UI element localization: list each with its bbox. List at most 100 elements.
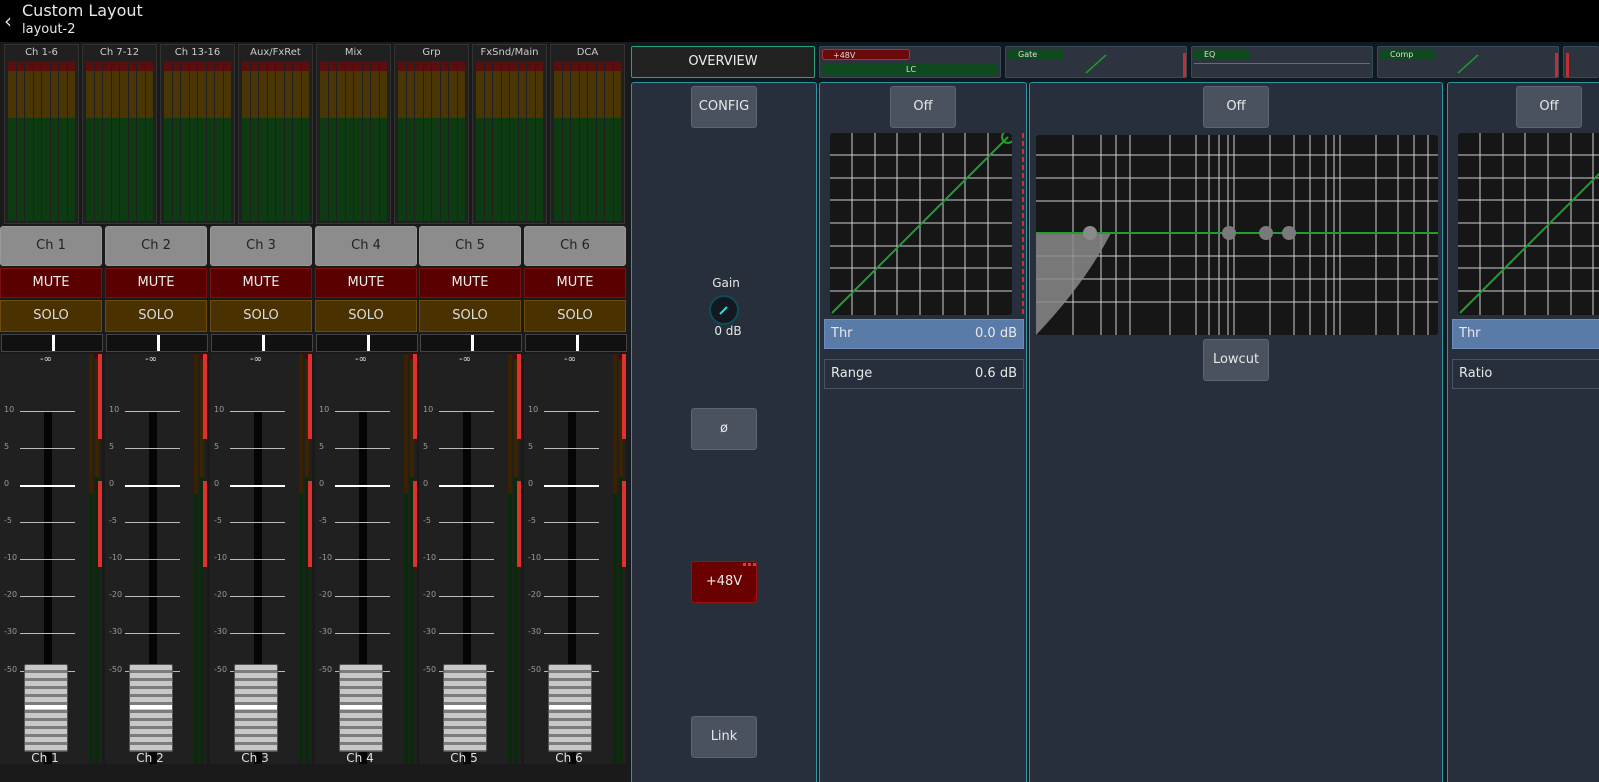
comp-toggle-button[interactable]: Off [1516, 86, 1582, 128]
mute-button[interactable]: MUTE [210, 268, 312, 298]
fader-scale-line [125, 596, 180, 597]
pan-slider[interactable] [420, 334, 522, 352]
lowcut-button[interactable]: Lowcut [1203, 339, 1269, 381]
fader-level-value: -∞ [40, 354, 52, 365]
fader-scale-label: -20 [319, 590, 333, 599]
group-strip-grp[interactable]: Grp [394, 44, 469, 224]
fader-scale-label: 5 [528, 442, 534, 451]
mini-meter-bar [354, 61, 362, 221]
gate-threshold-param[interactable]: Thr 0.0 dB [824, 319, 1024, 349]
tab-next-mini[interactable] [1563, 46, 1599, 78]
eq-graph[interactable] [1036, 135, 1438, 335]
mute-button[interactable]: MUTE [315, 268, 417, 298]
fader-scale-line [20, 633, 75, 634]
pan-thumb[interactable] [576, 335, 579, 351]
comp-graph[interactable] [1458, 133, 1599, 315]
fader-strip: -∞ 10 5 0 -5 -10 -20 -30 -50 [210, 354, 312, 764]
channel-select-button[interactable]: Ch 1 [0, 226, 102, 266]
overview-button[interactable]: OVERVIEW [631, 46, 815, 78]
mini-meter-bar [284, 61, 292, 221]
back-arrow-icon[interactable]: ‹ [4, 11, 18, 31]
config-button[interactable]: CONFIG [691, 86, 757, 128]
gate-toggle-button[interactable]: Off [890, 86, 956, 128]
pan-slider[interactable] [525, 334, 627, 352]
pan-slider[interactable] [106, 334, 208, 352]
pan-thumb[interactable] [52, 335, 55, 351]
pan-thumb[interactable] [367, 335, 370, 351]
peak-indicator [622, 481, 626, 567]
peak-indicator [308, 481, 312, 567]
group-meters [242, 61, 309, 221]
gate-mini-curve [1085, 54, 1107, 74]
fader-strip: -∞ 10 5 0 -5 -10 -20 -30 -50 [419, 354, 521, 764]
comp-threshold-param[interactable]: Thr [1452, 319, 1599, 349]
fader-handle[interactable] [339, 664, 383, 752]
fader-handle[interactable] [443, 664, 487, 752]
mute-button[interactable]: MUTE [524, 268, 626, 298]
channel-select-button[interactable]: Ch 6 [524, 226, 626, 266]
comp-ratio-param[interactable]: Ratio [1452, 359, 1599, 389]
tab-config-mini[interactable]: +48V LC [819, 46, 1001, 78]
fader-scale-label: -5 [528, 516, 536, 525]
channel-select-button[interactable]: Ch 5 [419, 226, 521, 266]
tab-eq-mini[interactable]: EQ [1191, 46, 1373, 78]
fader-scale-label: -30 [319, 627, 333, 636]
gain-label: Gain [712, 276, 740, 290]
gate-range-param[interactable]: Range 0.6 dB [824, 359, 1024, 389]
mute-button[interactable]: MUTE [105, 268, 207, 298]
fader-scale-line [544, 411, 599, 412]
peak-indicator [98, 354, 102, 439]
phantom-indicator: +48V [822, 49, 910, 60]
gain-knob[interactable] [709, 295, 739, 325]
fader-handle[interactable] [24, 664, 68, 752]
mini-meter-bar [613, 61, 621, 221]
fader-scale-line [335, 485, 390, 487]
mute-button[interactable]: MUTE [419, 268, 521, 298]
peak-indicator [203, 354, 207, 439]
group-strip-ch1-6[interactable]: Ch 1-6 [4, 44, 79, 224]
lowcut-indicator: LC [822, 64, 998, 75]
channel-select-button[interactable]: Ch 3 [210, 226, 312, 266]
channel-select-button[interactable]: Ch 2 [105, 226, 207, 266]
fader-scale-label: 10 [319, 405, 330, 414]
mini-meter-bar [605, 61, 613, 221]
pan-slider[interactable] [211, 334, 313, 352]
channel-select-button[interactable]: Ch 4 [315, 226, 417, 266]
solo-button[interactable]: SOLO [105, 300, 207, 332]
pan-thumb[interactable] [157, 335, 160, 351]
mini-meter-bar [440, 61, 448, 221]
fader-scale-line [230, 485, 285, 487]
fader-scale-line [439, 596, 494, 597]
mini-meter-bar [406, 61, 414, 221]
group-strip-dca[interactable]: DCA [550, 44, 625, 224]
link-button[interactable]: Link [691, 716, 757, 758]
group-strip-aux-fxret[interactable]: Aux/FxRet [238, 44, 313, 224]
group-strip-mix[interactable]: Mix [316, 44, 391, 224]
solo-button[interactable]: SOLO [419, 300, 521, 332]
pan-thumb[interactable] [471, 335, 474, 351]
tab-comp-mini[interactable]: Comp [1377, 46, 1559, 78]
fader-strip: -∞ 10 5 0 -5 -10 -20 -30 -50 [524, 354, 626, 764]
fader-handle[interactable] [129, 664, 173, 752]
pan-slider[interactable] [1, 334, 103, 352]
solo-button[interactable]: SOLO [210, 300, 312, 332]
mini-meter-bar [484, 61, 492, 221]
solo-button[interactable]: SOLO [315, 300, 417, 332]
pan-slider[interactable] [316, 334, 418, 352]
group-strip-fxsnd-main[interactable]: FxSnd/Main [472, 44, 547, 224]
eq-section: Off Lowcut [1029, 82, 1443, 782]
fader-handle[interactable] [234, 664, 278, 752]
eq-toggle-button[interactable]: Off [1203, 86, 1269, 128]
phase-invert-button[interactable]: ø [691, 408, 757, 450]
phantom-power-button[interactable]: +48V [691, 561, 757, 603]
fader-handle[interactable] [548, 664, 592, 752]
fader-scale-line [335, 559, 390, 560]
pan-thumb[interactable] [262, 335, 265, 351]
solo-button[interactable]: SOLO [524, 300, 626, 332]
gate-graph[interactable] [830, 133, 1012, 315]
group-strip-ch7-12[interactable]: Ch 7-12 [82, 44, 157, 224]
mute-button[interactable]: MUTE [0, 268, 102, 298]
tab-gate-mini[interactable]: Gate [1005, 46, 1187, 78]
solo-button[interactable]: SOLO [0, 300, 102, 332]
group-strip-ch13-16[interactable]: Ch 13-16 [160, 44, 235, 224]
